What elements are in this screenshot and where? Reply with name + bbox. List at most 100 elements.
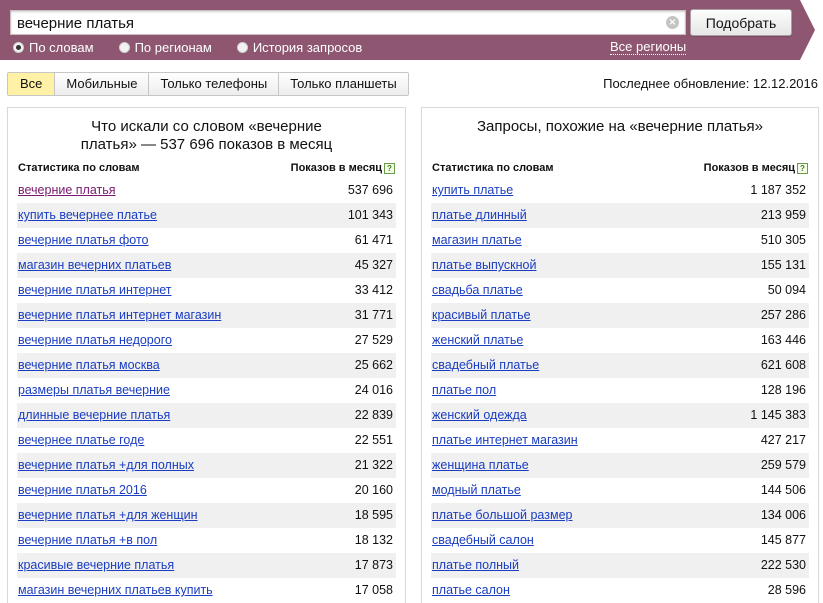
shows-count: 25 662 [354,358,393,372]
query-link[interactable]: платье пол [432,383,496,397]
radio-icon[interactable] [118,41,130,53]
shows-count: 1 145 383 [750,408,806,422]
shows-count: 28 596 [767,583,806,597]
help-icon[interactable]: ? [797,163,808,174]
panel-title: Что искали со словом «вечерние платья» —… [80,118,333,153]
query-link[interactable]: вечерние платья 2016 [18,483,147,497]
clear-icon[interactable]: × [666,16,679,29]
query-link[interactable]: магазин вечерних платьев [18,258,171,272]
panel-title: Запросы, похожие на «вечерние платья» [476,118,764,135]
shows-count: 427 217 [760,433,806,447]
table-row: вечерние платья интернет магазин 31 771 [17,303,396,328]
tab-tablets[interactable]: Только планшеты [278,73,407,95]
shows-count: 134 006 [760,508,806,522]
query-link[interactable]: свадебный платье [432,358,539,372]
table-row: красивые вечерние платья 17 873 [17,553,396,578]
shows-count: 31 771 [354,308,393,322]
table-row: свадьба платье 50 094 [431,278,809,303]
query-link[interactable]: вечерние платья фото [18,233,148,247]
tab-phones[interactable]: Только телефоны [148,73,278,95]
query-link[interactable]: вечерние платья +в пол [18,533,157,547]
query-link[interactable]: свадебный салон [432,533,534,547]
shows-count: 510 305 [760,233,806,247]
shows-count: 101 343 [347,208,393,222]
query-link[interactable]: магазин вечерних платьев купить [18,583,213,597]
query-link[interactable]: вечерние платья интернет магазин [18,308,221,322]
table-row: вечерние платья интернет 33 412 [17,278,396,303]
shows-count: 621 608 [760,358,806,372]
table-row: вечерние платья +для полных 21 322 [17,453,396,478]
query-link[interactable]: платье длинный [432,208,527,222]
search-input-box[interactable]: × [10,10,686,35]
query-link[interactable]: красивый платье [432,308,531,322]
query-link[interactable]: модный платье [432,483,521,497]
find-button[interactable]: Подобрать [690,9,792,36]
column-shows: Показов в месяц? [291,162,395,174]
shows-count: 17 873 [354,558,393,572]
table-row: вечерние платья фото 61 471 [17,228,396,253]
help-icon[interactable]: ? [384,163,395,174]
query-link[interactable]: вечерние платья [18,183,116,197]
query-link[interactable]: женский одежда [432,408,527,422]
shows-count: 22 551 [354,433,393,447]
mode-by-words[interactable]: По словам [13,40,94,55]
query-link[interactable]: вечерние платья интернет [18,283,172,297]
table-row: платье полный 222 530 [431,553,809,578]
mode-by-regions[interactable]: По регионам [118,40,212,55]
shows-count: 222 530 [760,558,806,572]
radio-icon[interactable] [236,41,248,53]
query-link[interactable]: платье интернет магазин [432,433,578,447]
radio-selected-icon[interactable] [13,41,24,53]
shows-count: 18 132 [354,533,393,547]
query-link[interactable]: женский платье [432,333,523,347]
shows-count: 50 094 [767,283,806,297]
shows-count: 128 196 [760,383,806,397]
query-link[interactable]: вечерние платья москва [18,358,160,372]
query-link[interactable]: свадьба платье [432,283,523,297]
all-regions-link[interactable]: Все регионы [610,39,687,55]
shows-count: 163 446 [760,333,806,347]
left-panel-words: Что искали со словом «вечерние платья» —… [7,107,406,603]
table-row: вечерние платья +для женщин 18 595 [17,503,396,528]
table-row: вечерние платья москва 25 662 [17,353,396,378]
table-row: платье салон 28 596 [431,578,809,603]
query-link[interactable]: платье полный [432,558,519,572]
query-link[interactable]: размеры платья вечерние [18,383,170,397]
query-link[interactable]: платье большой размер [432,508,572,522]
query-link[interactable]: вечерние платья +для полных [18,458,194,472]
mode-history[interactable]: История запросов [236,40,362,55]
table-row: платье большой размер 134 006 [431,503,809,528]
table-row: платье выпускной 155 131 [431,253,809,278]
column-headers: Статистика по словам Показов в месяц? [17,160,396,176]
results-list: вечерние платья 537 696 купить вечернее пл… [17,178,396,603]
query-link[interactable]: платье выпускной [432,258,536,272]
query-link[interactable]: вечерние платья недорого [18,333,172,347]
column-shows-label: Показов в месяц [290,162,382,174]
table-row: вечерние платья +в пол 18 132 [17,528,396,553]
shows-count: 17 058 [354,583,393,597]
query-link[interactable]: купить вечернее платье [18,208,157,222]
query-link[interactable]: платье салон [432,583,510,597]
query-link[interactable]: длинные вечерние платья [18,408,170,422]
query-link[interactable]: вечерние платья +для женщин [18,508,198,522]
shows-count: 1 187 352 [750,183,806,197]
table-row: платье пол 128 196 [431,378,809,403]
table-row: магазин вечерних платьев 45 327 [17,253,396,278]
tab-mobile[interactable]: Мобильные [54,73,148,95]
shows-count: 537 696 [347,183,393,197]
table-row: платье интернет магазин 427 217 [431,428,809,453]
table-row: купить платье 1 187 352 [431,178,809,203]
shows-count: 61 471 [354,233,393,247]
table-row: длинные вечерние платья 22 839 [17,403,396,428]
table-row: магазин вечерних платьев купить 17 058 [17,578,396,603]
table-row: размеры платья вечерние 24 016 [17,378,396,403]
tab-all[interactable]: Все [8,73,55,95]
table-row: купить вечернее платье 101 343 [17,203,396,228]
query-link[interactable]: купить платье [432,183,513,197]
search-input[interactable] [11,11,661,34]
query-link[interactable]: женщина платье [432,458,529,472]
query-link[interactable]: магазин платье [432,233,522,247]
mode-label: По словам [29,39,94,55]
query-link[interactable]: красивые вечерние платья [18,558,174,572]
query-link[interactable]: вечернее платье годе [18,433,144,447]
